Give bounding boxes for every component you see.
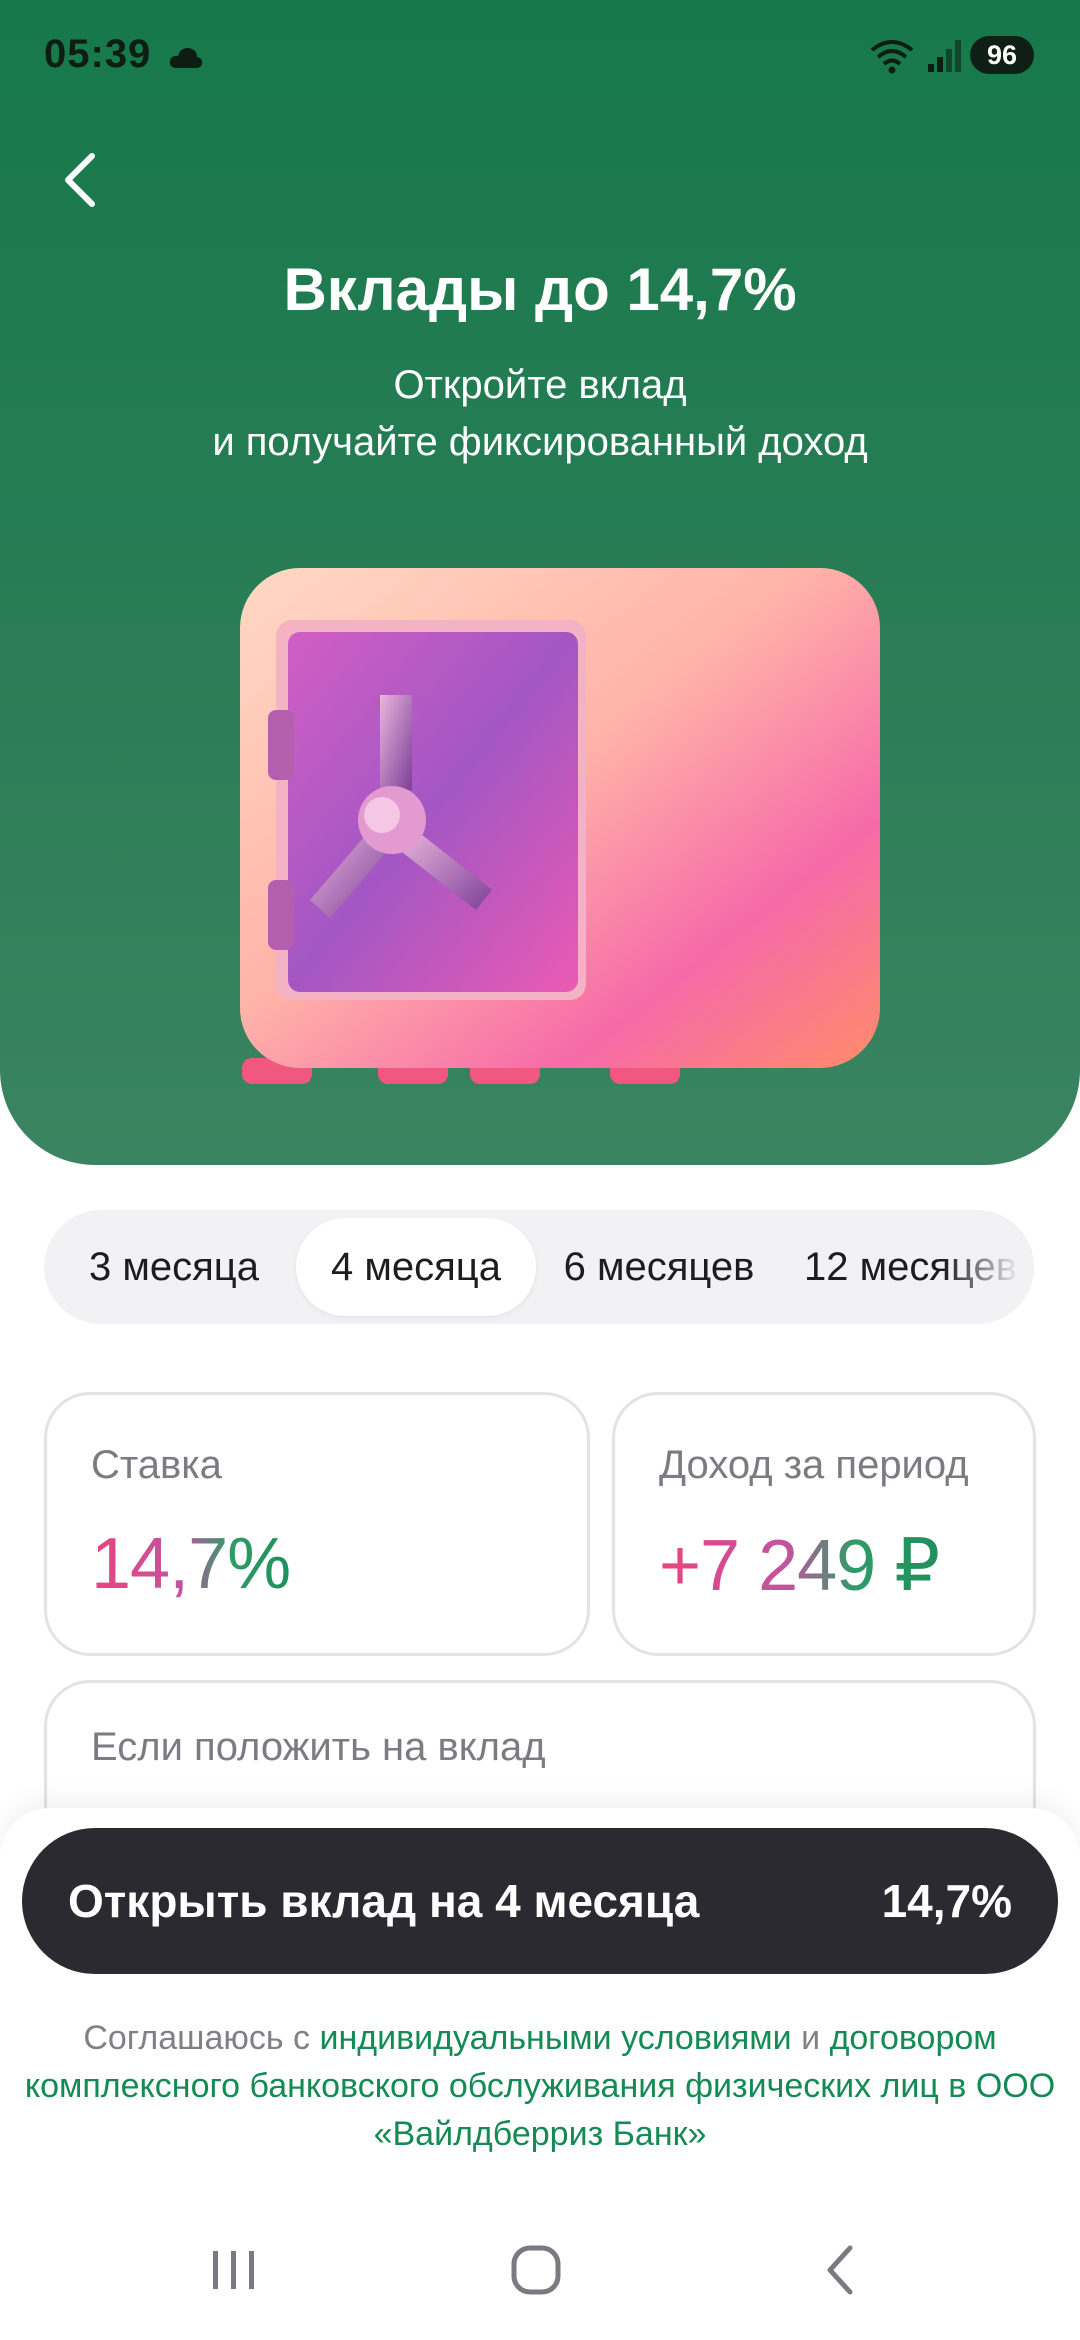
system-back-button[interactable] <box>800 2238 880 2302</box>
recents-icon <box>213 2251 254 2289</box>
rate-value: 14,7% <box>91 1524 291 1604</box>
cloud-icon <box>169 48 203 68</box>
battery-indicator: 96 <box>970 36 1034 74</box>
wifi-icon <box>870 40 914 74</box>
home-icon <box>511 2245 561 2295</box>
income-label: Доход за период <box>659 1443 969 1487</box>
status-time: 05:39 <box>44 32 152 76</box>
page-title: Вклады до 14,7% <box>283 256 797 323</box>
back-arrow-icon <box>65 153 95 207</box>
deposit-amount-label: Если положить на вклад <box>91 1725 546 1769</box>
agreement-middle: и <box>791 2019 830 2057</box>
hero-banner: 05:39 96 Вклады до 14,7% Откройте вклад … <box>0 0 1080 1165</box>
rate-card: Ставка 14,7% <box>44 1392 590 1656</box>
income-card: Доход за период +7 249 ₽ <box>612 1392 1036 1656</box>
page-subtitle-line2: и получайте фиксированный доход <box>212 420 868 464</box>
page-subtitle-line1: Откройте вклад <box>393 363 687 407</box>
signal-icon <box>928 40 961 72</box>
income-value: +7 249 ₽ <box>659 1523 940 1607</box>
rate-label: Ставка <box>91 1443 222 1487</box>
safe-illustration <box>240 568 880 1084</box>
agreement-prefix: Соглашаюсь с <box>83 2019 320 2057</box>
recents-button[interactable] <box>194 2238 274 2302</box>
open-deposit-button[interactable]: Открыть вклад на 4 месяца 14,7% <box>22 1828 1058 1974</box>
individual-terms-link[interactable]: индивидуальными условиями <box>319 2019 791 2057</box>
status-bar: 05:39 96 <box>0 0 1080 110</box>
back-nav-icon <box>827 2245 853 2295</box>
open-deposit-button-rate: 14,7% <box>881 1875 1012 1927</box>
tab-4-months[interactable]: 4 месяца <box>296 1218 536 1316</box>
agreement-text: Соглашаюсь с индивидуальными условиями и… <box>20 2014 1060 2158</box>
system-nav-bar <box>0 2220 1080 2320</box>
open-deposit-button-label: Открыть вклад на 4 месяца <box>68 1875 700 1927</box>
home-button[interactable] <box>496 2238 576 2302</box>
period-tabs: 3 месяца 4 месяца 6 месяцев 12 месяцев <box>44 1210 1034 1324</box>
back-button[interactable] <box>48 140 112 220</box>
tab-3-months[interactable]: 3 месяца <box>44 1218 304 1316</box>
tabs-fade <box>944 1210 1034 1324</box>
tab-6-months[interactable]: 6 месяцев <box>548 1218 770 1316</box>
